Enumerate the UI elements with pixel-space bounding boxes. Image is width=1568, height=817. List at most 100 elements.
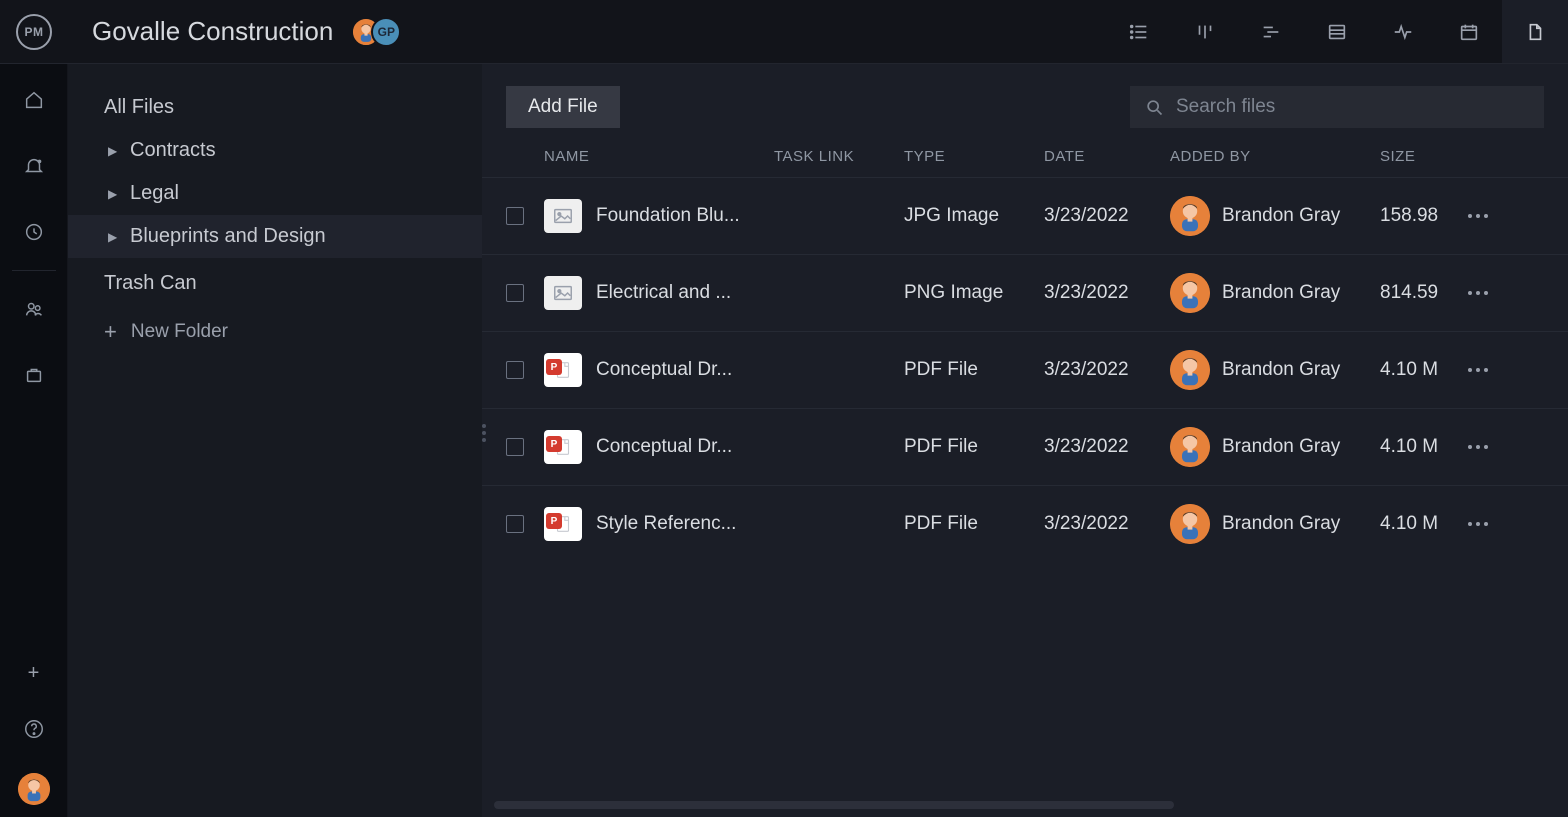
- file-checkbox[interactable]: [506, 438, 544, 456]
- file-added-by: Brandon Gray: [1170, 273, 1380, 313]
- view-tabs: [1106, 0, 1568, 63]
- file-type: PDF File: [904, 359, 1044, 381]
- folder-root-label: All Files: [104, 96, 174, 119]
- horizontal-scrollbar[interactable]: [494, 801, 1556, 811]
- file-row[interactable]: P Conceptual Dr... PDF File 3/23/2022 Br…: [482, 408, 1568, 485]
- file-date: 3/23/2022: [1044, 282, 1170, 304]
- trash-label: Trash Can: [104, 272, 197, 295]
- rail-help[interactable]: [20, 715, 48, 743]
- rail-user-avatar[interactable]: [18, 773, 50, 805]
- add-file-button[interactable]: Add File: [506, 86, 620, 128]
- file-date: 3/23/2022: [1044, 513, 1170, 535]
- file-added-by: Brandon Gray: [1170, 350, 1380, 390]
- file-type: PDF File: [904, 436, 1044, 458]
- file-added-by: Brandon Gray: [1170, 196, 1380, 236]
- folder-sidebar: All Files ▶ Contracts ▶Legal ▶ Blueprints …: [68, 64, 482, 817]
- file-row[interactable]: Foundation Blu... JPG Image 3/23/2022 Br…: [482, 177, 1568, 254]
- file-name: Electrical and ...: [596, 282, 731, 304]
- file-row[interactable]: P Conceptual Dr... PDF File 3/23/2022 Br…: [482, 331, 1568, 408]
- file-date: 3/23/2022: [1044, 436, 1170, 458]
- file-checkbox[interactable]: [506, 207, 544, 225]
- file-actions-menu[interactable]: [1458, 522, 1498, 526]
- files-panel: Add File NAME TASK LINK TYPE DATE ADDED …: [482, 64, 1568, 817]
- file-size: 4.10 M: [1380, 513, 1458, 535]
- file-checkbox[interactable]: [506, 515, 544, 533]
- image-file-icon: [544, 199, 582, 233]
- view-tab-files[interactable]: [1502, 0, 1568, 63]
- pdf-file-icon: P: [544, 353, 582, 387]
- file-name: Conceptual Dr...: [596, 436, 732, 458]
- file-date: 3/23/2022: [1044, 359, 1170, 381]
- file-row[interactable]: P Style Referenc... PDF File 3/23/2022 B…: [482, 485, 1568, 562]
- file-size: 814.59: [1380, 282, 1458, 304]
- col-name[interactable]: NAME: [544, 148, 774, 165]
- file-added-by: Brandon Gray: [1170, 504, 1380, 544]
- file-actions-menu[interactable]: [1458, 291, 1498, 295]
- file-type: JPG Image: [904, 205, 1044, 227]
- pm-logo-icon: PM: [16, 14, 52, 50]
- member-avatar-2[interactable]: GP: [371, 17, 401, 47]
- files-toolbar: Add File: [482, 64, 1568, 128]
- col-date[interactable]: DATE: [1044, 148, 1170, 165]
- folder-legal[interactable]: ▶Legal: [68, 172, 482, 215]
- user-avatar-icon: [1170, 427, 1210, 467]
- file-name: Style Referenc...: [596, 513, 736, 535]
- file-row[interactable]: Electrical and ... PNG Image 3/23/2022 B…: [482, 254, 1568, 331]
- files-list: Foundation Blu... JPG Image 3/23/2022 Br…: [482, 177, 1568, 801]
- file-actions-menu[interactable]: [1458, 368, 1498, 372]
- view-tab-plan[interactable]: [1238, 0, 1304, 63]
- pdf-file-icon: P: [544, 507, 582, 541]
- col-added-by[interactable]: ADDED BY: [1170, 148, 1380, 165]
- image-file-icon: [544, 276, 582, 310]
- file-name: Conceptual Dr...: [596, 359, 732, 381]
- columns-header: NAME TASK LINK TYPE DATE ADDED BY SIZE: [482, 128, 1568, 177]
- project-members[interactable]: GP: [351, 17, 401, 47]
- folder-all-files[interactable]: All Files: [68, 86, 482, 129]
- folder-label: Blueprints and Design: [130, 225, 326, 248]
- file-type: PNG Image: [904, 282, 1044, 304]
- sidebar-resize-handle[interactable]: [482, 424, 486, 442]
- folder-blueprints[interactable]: ▶ Blueprints and Design: [68, 215, 482, 258]
- file-checkbox[interactable]: [506, 284, 544, 302]
- new-folder-button[interactable]: +New Folder: [68, 319, 482, 345]
- view-tab-activity[interactable]: [1370, 0, 1436, 63]
- rail-home[interactable]: [20, 86, 48, 114]
- file-actions-menu[interactable]: [1458, 445, 1498, 449]
- rail-notifications[interactable]: [20, 152, 48, 180]
- view-tab-board[interactable]: [1172, 0, 1238, 63]
- user-avatar-icon: [1170, 196, 1210, 236]
- app-logo[interactable]: PM: [0, 14, 68, 50]
- file-checkbox[interactable]: [506, 361, 544, 379]
- rail-team[interactable]: [20, 295, 48, 323]
- file-size: 158.98: [1380, 205, 1458, 227]
- rail-separator: [12, 270, 56, 271]
- col-size[interactable]: SIZE: [1380, 148, 1458, 165]
- user-avatar-icon: [1170, 350, 1210, 390]
- col-type[interactable]: TYPE: [904, 148, 1044, 165]
- chevron-right-icon: ▶: [108, 230, 120, 244]
- view-tab-table[interactable]: [1304, 0, 1370, 63]
- file-added-by: Brandon Gray: [1170, 427, 1380, 467]
- left-rail: +: [0, 64, 68, 817]
- file-name: Foundation Blu...: [596, 205, 740, 227]
- folder-trash[interactable]: Trash Can: [68, 262, 482, 305]
- rail-projects[interactable]: [20, 361, 48, 389]
- view-tab-list[interactable]: [1106, 0, 1172, 63]
- folder-label: Legal: [130, 182, 179, 205]
- project-title[interactable]: Govalle Construction: [92, 16, 333, 47]
- new-folder-label: New Folder: [131, 321, 228, 343]
- file-size: 4.10 M: [1380, 359, 1458, 381]
- folder-contracts[interactable]: ▶ Contracts: [68, 129, 482, 172]
- user-avatar-icon: [1170, 273, 1210, 313]
- search-input[interactable]: [1176, 96, 1530, 118]
- user-avatar-icon: [1170, 504, 1210, 544]
- file-size: 4.10 M: [1380, 436, 1458, 458]
- folder-label: Contracts: [130, 139, 216, 162]
- file-actions-menu[interactable]: [1458, 214, 1498, 218]
- search-box[interactable]: [1130, 86, 1544, 128]
- rail-add-button[interactable]: +: [28, 662, 40, 685]
- chevron-right-icon: ▶: [108, 144, 120, 158]
- rail-recent[interactable]: [20, 218, 48, 246]
- view-tab-calendar[interactable]: [1436, 0, 1502, 63]
- col-task-link[interactable]: TASK LINK: [774, 148, 904, 165]
